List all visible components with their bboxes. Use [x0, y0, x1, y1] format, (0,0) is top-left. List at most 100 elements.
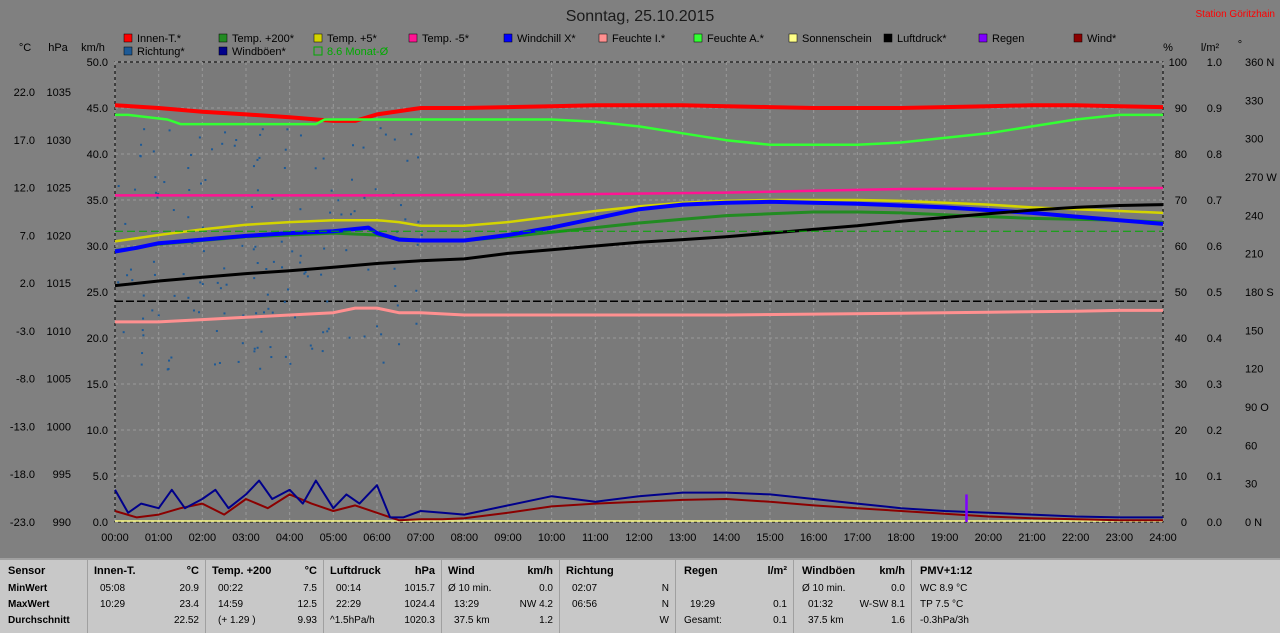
pressure-tick-label: 1020	[47, 230, 71, 242]
direction-point	[306, 275, 309, 278]
direction-point	[327, 327, 330, 330]
wind-tick-label: 35.0	[87, 195, 108, 207]
direction-point	[404, 218, 407, 221]
pressure-tick-label: 1005	[47, 374, 71, 386]
stats-note: 37.5 km	[454, 615, 490, 626]
direction-point	[151, 309, 154, 312]
direction-tick-label: 30	[1245, 479, 1257, 491]
stats-unit: km/h	[527, 565, 553, 577]
direction-tick-label: 240	[1245, 210, 1263, 222]
legend-swatch	[598, 33, 608, 43]
direction-point	[299, 254, 302, 257]
rain-tick-label: 0.2	[1207, 425, 1222, 437]
direction-point	[294, 316, 297, 319]
direction-tick-label: 210	[1245, 249, 1263, 261]
time-tick-label: 06:00	[363, 532, 391, 544]
legend-swatch	[978, 33, 988, 43]
direction-point	[122, 331, 125, 334]
direction-point	[187, 167, 190, 170]
direction-point	[142, 317, 145, 320]
stats-value: 1024.4	[404, 599, 435, 610]
pressure-tick-label: 1000	[47, 421, 71, 433]
direction-point	[340, 213, 343, 216]
chart-canvas: Sonntag, 25.10.2015 Station Göritzhain °C h…	[10, 8, 1277, 544]
time-tick-label: 08:00	[451, 532, 479, 544]
direction-point	[260, 330, 263, 333]
wind-tick-label: 15.0	[87, 379, 108, 391]
temp-tick-label: 2.0	[20, 278, 35, 290]
stats-value: N	[661, 599, 669, 610]
direction-point	[417, 220, 420, 223]
stats-value: W-SW 8.1	[859, 599, 905, 610]
legend-swatch	[313, 46, 323, 56]
direction-point	[350, 178, 353, 181]
direction-point	[299, 208, 302, 211]
time-tick-label: 01:00	[145, 532, 173, 544]
direction-point	[267, 307, 270, 310]
direction-point	[254, 245, 257, 248]
stats-unit: °C	[304, 565, 317, 577]
time-tick-label: 13:00	[669, 532, 697, 544]
direction-point	[253, 277, 256, 280]
stats-value: W	[659, 615, 669, 626]
legend-label: Innen-T.*	[137, 33, 182, 45]
stats-unit: km/h	[879, 565, 905, 577]
direction-point	[153, 273, 156, 276]
direction-point	[223, 267, 226, 270]
stats-time: Ø 10 min.	[802, 583, 846, 594]
stats-note: (+ 1.29 )	[218, 615, 256, 626]
direction-point	[256, 189, 259, 192]
legend-swatch	[408, 33, 418, 43]
wind-tick-label: 10.0	[87, 425, 108, 437]
stats-innen-col: Innen-T. °C 05:08 20.9 10:29 23.4 22.52	[88, 560, 206, 633]
stats-panel: Sensor MinWert MaxWert Durchschnitt Inne…	[0, 558, 1280, 633]
stats-unit: °C	[186, 565, 199, 577]
time-tick-label: 21:00	[1018, 532, 1046, 544]
time-tick-label: 17:00	[844, 532, 872, 544]
pressure-tick-label: 1025	[47, 183, 71, 195]
stats-header: Sensor	[8, 565, 46, 577]
direction-point	[352, 144, 355, 147]
humidity-tick-label: 20	[1175, 425, 1187, 437]
direction-point	[271, 311, 274, 314]
temp-tick-label: -18.0	[10, 469, 35, 481]
direction-point	[314, 167, 317, 170]
direction-point	[259, 367, 262, 370]
legend-label: Feuchte I.*	[612, 33, 666, 45]
stats-time: 19:29	[690, 599, 716, 610]
direction-point	[272, 260, 275, 263]
direction-point	[348, 336, 351, 339]
pressure-tick-label: 995	[53, 469, 71, 481]
direction-point	[270, 356, 273, 359]
stats-header: Windböen	[802, 565, 856, 577]
direction-point	[399, 204, 402, 207]
wind-tick-label: 20.0	[87, 333, 108, 345]
direction-point	[256, 158, 259, 161]
legend-swatch	[218, 33, 228, 43]
stats-value: 1.6	[891, 615, 905, 626]
humidity-tick-label: 80	[1175, 149, 1187, 161]
stats-header: Richtung	[566, 565, 614, 577]
temp-tick-label: 7.0	[20, 230, 35, 242]
direction-point	[410, 133, 413, 136]
direction-point	[382, 361, 385, 364]
rain-tick-label: 0.9	[1207, 103, 1222, 115]
stats-time: 14:59	[218, 599, 244, 610]
direction-point	[265, 267, 268, 270]
direction-point	[353, 210, 356, 213]
direction-point	[284, 148, 287, 151]
temp-tick-label: -3.0	[16, 326, 35, 338]
direction-point	[157, 314, 160, 317]
stats-value: 0.1	[773, 615, 787, 626]
direction-point	[152, 150, 155, 153]
direction-point	[199, 182, 202, 185]
humidity-tick-label: 50	[1175, 287, 1187, 299]
direction-point	[393, 267, 396, 270]
direction-tick-label: 360 N	[1245, 57, 1274, 69]
stats-value: 1015.7	[404, 583, 435, 594]
direction-point	[187, 216, 190, 219]
direction-point	[199, 281, 202, 284]
direction-point	[168, 129, 171, 132]
direction-point	[291, 250, 294, 253]
unit-temp: °C	[19, 42, 31, 54]
